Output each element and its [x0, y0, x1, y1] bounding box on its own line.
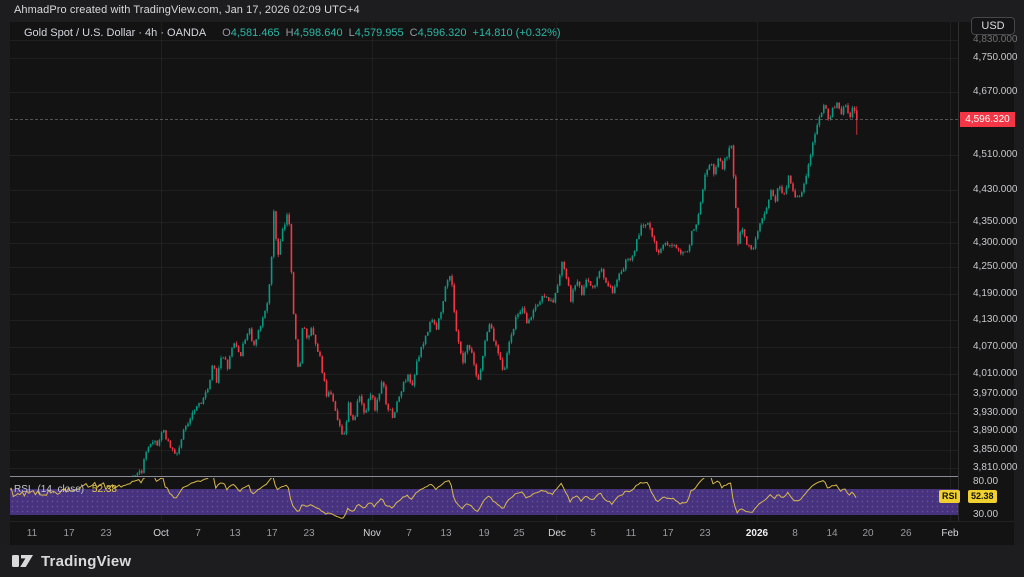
- symbol-legend[interactable]: Gold Spot / U.S. Dollar · 4h · OANDAO4,5…: [24, 27, 561, 39]
- time-axis-label: 26: [900, 528, 911, 539]
- time-axis-label: 23: [100, 528, 111, 539]
- attribution-text: AhmadPro created with TradingView.com, J…: [14, 4, 360, 16]
- price-axis-label: 4,670.000: [973, 86, 1018, 97]
- time-axis-label: 11: [27, 528, 37, 539]
- price-axis-label: 3,890.000: [973, 425, 1018, 436]
- time-axis-label: 11: [626, 528, 636, 539]
- attribution-bar: AhmadPro created with TradingView.com, J…: [0, 0, 1024, 22]
- rsi-value: 52.38: [92, 484, 117, 495]
- rsi-pane[interactable]: RSI (14, close) 52.38: [10, 478, 958, 521]
- price-axis-label: 4,510.000: [973, 149, 1018, 160]
- price-axis-label: 3,810.000: [973, 462, 1018, 473]
- pane-separator[interactable]: [10, 476, 958, 477]
- time-axis-label: 8: [792, 528, 798, 539]
- rsi-plot: [10, 478, 958, 521]
- time-axis-label: 14: [826, 528, 837, 539]
- rsi-value-tag: 52.38: [968, 490, 997, 503]
- time-axis-label: 2026: [746, 528, 768, 539]
- price-axis-label: 3,850.000: [973, 444, 1018, 455]
- time-axis-label: 17: [63, 528, 74, 539]
- time-axis-label: 13: [229, 528, 240, 539]
- high-label: H: [286, 27, 294, 39]
- candlestick-pane[interactable]: [10, 22, 958, 476]
- time-axis-label: 13: [440, 528, 451, 539]
- price-axis-label: 4,250.000: [973, 261, 1018, 272]
- price-axis-label: 4,070.000: [973, 341, 1018, 352]
- price-axis-label: 4,750.000: [973, 52, 1018, 63]
- time-axis-label: 19: [478, 528, 489, 539]
- chart-panel: RSI (14, close) 52.38 Gold Spot / U.S. D…: [10, 22, 1014, 545]
- price-axis-label: 4,190.000: [973, 288, 1018, 299]
- time-axis-label: 5: [590, 528, 596, 539]
- rsi-axis-label: 80.00: [973, 476, 998, 487]
- time-axis-label: 7: [406, 528, 412, 539]
- close-value: 4,596.320: [418, 27, 467, 39]
- tradingview-logo-text: TradingView: [41, 553, 131, 570]
- rsi-name: RSI: [14, 484, 31, 495]
- footer-bar: TradingView: [0, 545, 1024, 577]
- price-axis-label: 4,010.000: [973, 368, 1018, 379]
- symbol-title: Gold Spot / U.S. Dollar · 4h · OANDA: [24, 27, 206, 39]
- rsi-legend[interactable]: RSI (14, close) 52.38: [14, 484, 117, 495]
- time-axis-label: 23: [699, 528, 710, 539]
- time-axis-label: Oct: [153, 528, 169, 539]
- last-price-tag: 4,596.320: [960, 112, 1015, 127]
- price-axis-label: 3,930.000: [973, 407, 1018, 418]
- time-axis-label: Feb: [941, 528, 958, 539]
- close-label: C: [410, 27, 418, 39]
- time-axis-label: 25: [513, 528, 524, 539]
- time-axis-label: 17: [266, 528, 277, 539]
- price-axis-label: 4,300.000: [973, 237, 1018, 248]
- price-axis-label: 4,430.000: [973, 184, 1018, 195]
- time-axis-label: 20: [862, 528, 873, 539]
- price-axis-label: 3,970.000: [973, 388, 1018, 399]
- price-axis-label: 4,350.000: [973, 216, 1018, 227]
- rsi-axis-label: 30.00: [973, 509, 998, 520]
- time-axis[interactable]: 111723Oct7131723Nov7131925Dec51117232026…: [10, 521, 1014, 545]
- change-value: +14.810 (+0.32%): [473, 27, 561, 39]
- price-axis-label: 4,830.000: [973, 34, 1018, 45]
- price-axis-label: 4,130.000: [973, 314, 1018, 325]
- high-value: 4,598.640: [294, 27, 343, 39]
- time-axis-label: 23: [303, 528, 314, 539]
- time-axis-label: 17: [662, 528, 673, 539]
- tradingview-snapshot: AhmadPro created with TradingView.com, J…: [0, 0, 1024, 577]
- time-axis-label: Nov: [363, 528, 381, 539]
- rsi-name-tag: RSI: [939, 490, 960, 503]
- price-axis[interactable]: USD 4,596.320 4,830.0004,750.0004,670.00…: [958, 22, 1014, 521]
- low-value: 4,579.955: [355, 27, 404, 39]
- tradingview-logo[interactable]: TradingView: [12, 552, 131, 570]
- time-axis-label: 7: [195, 528, 201, 539]
- open-value: 4,581.465: [231, 27, 280, 39]
- open-label: O: [222, 27, 231, 39]
- last-price-line: [10, 119, 958, 120]
- rsi-params: (14, close): [37, 484, 84, 495]
- currency-button[interactable]: USD: [971, 17, 1015, 35]
- time-axis-label: Dec: [548, 528, 566, 539]
- tradingview-logo-icon: [12, 552, 34, 570]
